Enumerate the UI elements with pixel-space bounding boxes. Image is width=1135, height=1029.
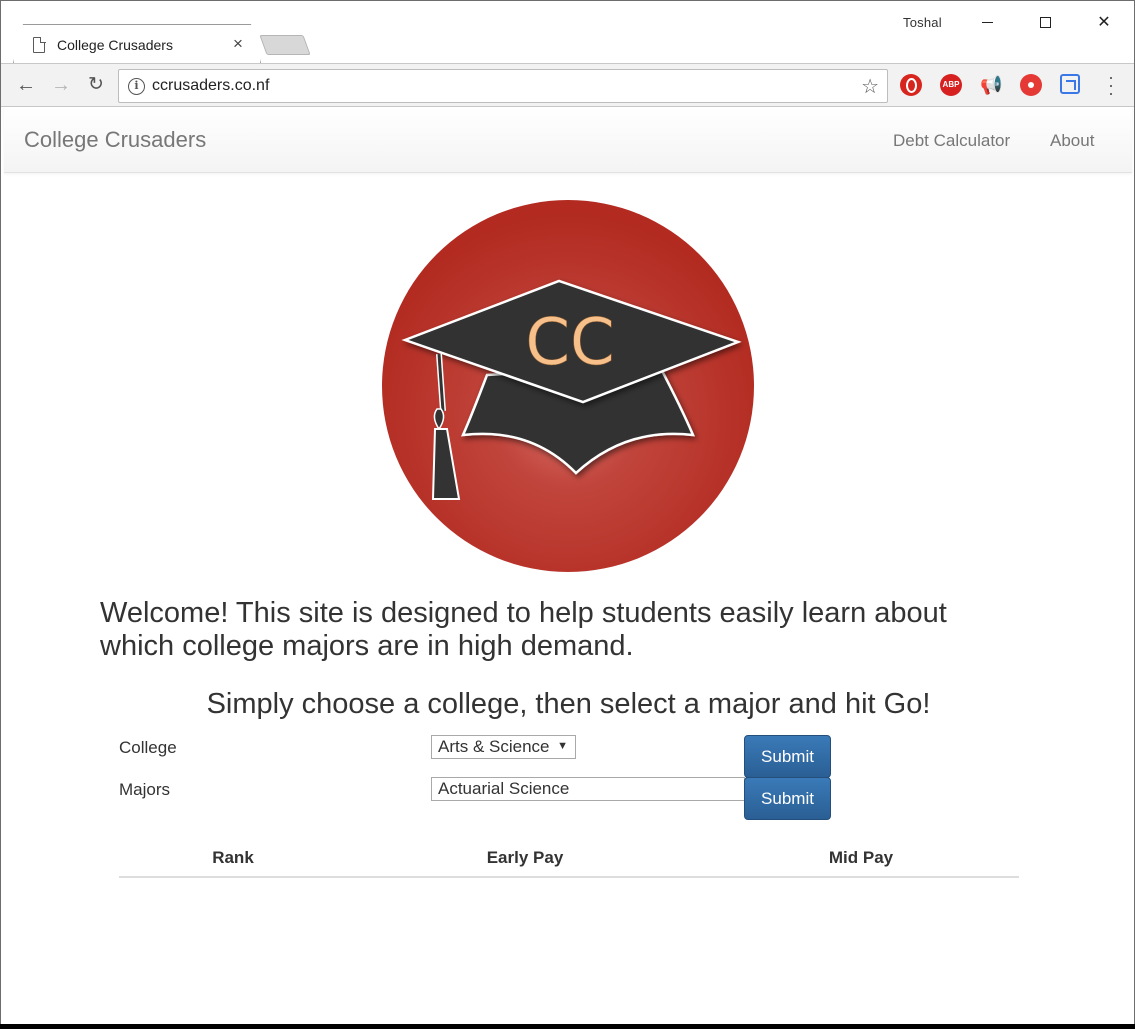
majors-label: Majors xyxy=(119,780,171,799)
cast-icon[interactable] xyxy=(1060,74,1080,94)
maximize-icon xyxy=(1039,17,1051,29)
browser-tab[interactable]: College Crusaders × xyxy=(13,24,261,63)
college-submit-button[interactable]: Submit xyxy=(744,735,831,778)
close-window-button[interactable]: ✕ xyxy=(1084,9,1124,37)
title-bar: College Crusaders × Toshal ✕ xyxy=(1,1,1134,63)
browser-window: College Crusaders × Toshal ✕ ← → ↻ i ccr… xyxy=(0,0,1135,1029)
profile-name[interactable]: Toshal xyxy=(903,15,942,30)
column-header-early-pay: Early Pay xyxy=(347,839,703,878)
record-icon[interactable] xyxy=(1020,74,1042,96)
nav-link-debt-calculator[interactable]: Debt Calculator xyxy=(893,131,1010,151)
tab-close-icon[interactable]: × xyxy=(233,34,243,54)
site-navbar: College Crusaders Debt Calculator About xyxy=(4,107,1132,173)
back-arrow-icon[interactable]: ← xyxy=(13,72,39,98)
new-tab-button[interactable] xyxy=(259,35,311,55)
college-select[interactable]: Arts & Science ▼ xyxy=(431,735,576,759)
instructions-text: Simply choose a college, then select a m… xyxy=(206,688,931,720)
brand-link[interactable]: College Crusaders xyxy=(24,127,206,153)
majors-select[interactable]: Actuarial Science xyxy=(431,777,745,801)
nav-link-about[interactable]: About xyxy=(1050,131,1094,151)
table-header-row: Rank Early Pay Mid Pay xyxy=(119,839,1019,878)
majors-submit-button[interactable]: Submit xyxy=(744,777,831,820)
dropdown-caret-icon: ▼ xyxy=(557,740,568,752)
address-bar[interactable]: i ccrusaders.co.nf ☆ xyxy=(118,69,888,103)
college-crusaders-logo: CC xyxy=(382,200,754,572)
menu-dots-icon[interactable]: · · · xyxy=(1103,68,1119,102)
college-label: College xyxy=(119,738,177,757)
bookmark-star-icon[interactable]: ☆ xyxy=(861,74,879,99)
forward-arrow-icon[interactable]: → xyxy=(48,72,74,98)
url-text[interactable]: ccrusaders.co.nf xyxy=(152,77,269,95)
opera-block-icon[interactable] xyxy=(900,74,922,96)
minimize-button[interactable] xyxy=(967,9,1007,37)
college-select-value: Arts & Science xyxy=(438,737,550,756)
adblock-plus-icon[interactable]: ABP xyxy=(940,74,962,96)
taskbar-edge xyxy=(0,1024,1135,1029)
column-header-mid-pay: Mid Pay xyxy=(703,839,1019,878)
welcome-text: Welcome! This site is designed to help s… xyxy=(100,597,947,662)
info-icon[interactable]: i xyxy=(128,78,145,95)
browser-toolbar: ← → ↻ i ccrusaders.co.nf ☆ ABP 📢 · · · xyxy=(1,63,1134,107)
maximize-button[interactable] xyxy=(1025,9,1065,37)
reload-icon[interactable]: ↻ xyxy=(83,72,109,98)
column-header-rank: Rank xyxy=(119,839,347,878)
logo-text: CC xyxy=(525,306,614,380)
results-table: Rank Early Pay Mid Pay xyxy=(119,839,1019,878)
megaphone-icon[interactable]: 📢 xyxy=(980,74,1002,96)
page-icon xyxy=(33,36,46,53)
majors-select-value: Actuarial Science xyxy=(438,779,570,798)
minimize-icon xyxy=(981,22,993,24)
tab-title: College Crusaders xyxy=(57,37,173,53)
